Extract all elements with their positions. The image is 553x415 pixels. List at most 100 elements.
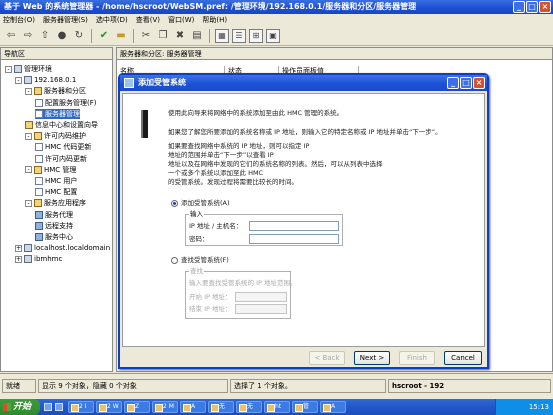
end-ip-input[interactable] (235, 304, 287, 314)
find-system-label[interactable]: 查找受管系统(F) (181, 256, 229, 264)
collapse-icon[interactable]: - (25, 199, 32, 207)
taskbar-item[interactable]: Z (124, 401, 150, 413)
ip-label: IP 地址 / 主机名： (189, 222, 243, 230)
tree-node[interactable]: HMC 用户 (35, 176, 77, 186)
tree-node-label: ibmhmc (34, 255, 63, 264)
dialog-maximize-button[interactable]: □ (460, 77, 472, 89)
tree-node[interactable]: - 192.168.0.1 (15, 75, 76, 85)
status-selection: 选择了 1 个对象。 (230, 379, 386, 393)
close-button[interactable]: × (539, 1, 551, 13)
collapse-icon[interactable]: - (25, 166, 32, 174)
menu-server-management[interactable]: 服务器管理(S) (43, 14, 88, 26)
tree-node[interactable]: 配置服务管理(F) (35, 98, 97, 108)
menu-selected[interactable]: 选中项(D) (96, 14, 128, 26)
menu-window[interactable]: 窗口(W) (168, 14, 194, 26)
start-ip-input[interactable] (235, 292, 287, 302)
collapse-icon[interactable]: - (5, 65, 12, 73)
quick-launch-desktop-icon[interactable] (55, 403, 63, 411)
tree-node[interactable]: 服务中心 (35, 232, 73, 242)
start-button[interactable]: 开始 (0, 399, 40, 415)
checkmark-icon[interactable]: ✔ (97, 29, 111, 43)
taskbar-item[interactable]: 2 W (96, 401, 122, 413)
navigation-header: 导航区 (1, 48, 112, 60)
find-system-radio[interactable] (171, 257, 178, 264)
taskbar-item[interactable]: A (320, 401, 346, 413)
tree-node[interactable]: 服务代理 (35, 210, 73, 220)
tree-node[interactable]: 远程支持 (35, 221, 73, 231)
dialog-close-button[interactable]: × (473, 77, 485, 89)
large-icons-view-icon[interactable]: ▦ (215, 28, 229, 43)
taskbar-item[interactable]: 无 (236, 401, 262, 413)
doc-icon (35, 98, 43, 107)
minimize-button[interactable]: _ (513, 1, 525, 13)
host-icon (14, 65, 22, 73)
finish-button[interactable]: Finish (399, 351, 435, 365)
tree-node[interactable]: - 许可内码维护 (25, 131, 86, 141)
taskbar-item[interactable]: 2 I (68, 401, 94, 413)
tree-node-label: 许可内码更新 (45, 154, 87, 163)
taskbar-item[interactable]: ht (264, 401, 290, 413)
ip-hostname-input[interactable] (249, 221, 339, 231)
tree-node-label: 服务应用程序 (44, 199, 86, 208)
doc-icon (35, 154, 43, 163)
tree-node[interactable]: 服务器管理 (35, 108, 80, 119)
grp-icon (35, 221, 43, 230)
taskbar-item[interactable]: 管 (292, 401, 318, 413)
dialog-body: 使用此向导来将网络中的系统添加至由此 HMC 管理的系统。 如果您了解您所要添加… (122, 93, 485, 347)
expand-icon[interactable]: + (15, 244, 22, 252)
back-arrow-icon[interactable]: ⇦ (4, 29, 18, 43)
tree-node[interactable]: - 服务应用程序 (25, 198, 86, 208)
refresh-icon[interactable]: ↻ (72, 29, 86, 43)
tree-node-label: HMC 管理 (44, 165, 77, 174)
tree-node[interactable]: + ibmhmc (15, 254, 62, 264)
add-system-label[interactable]: 添加受管系统(A) (181, 199, 230, 207)
up-icon[interactable]: ⇧ (38, 29, 52, 43)
dialog-minimize-button[interactable]: _ (447, 77, 459, 89)
tree-node[interactable]: - HMC 管理 (25, 165, 76, 175)
tree-node-label: 管理环境 (24, 65, 52, 73)
tree-node[interactable]: + localhost.localdomain (15, 243, 110, 253)
menu-view[interactable]: 查看(V) (136, 14, 160, 26)
tree-node-label: 信息中心和设置向导 (35, 121, 98, 129)
stop-icon[interactable]: ● (55, 29, 69, 43)
range-hint: 输入要查找受管系统的 IP 地址范围。 (189, 279, 297, 287)
tree-node[interactable]: 许可内码更新 (35, 154, 87, 164)
taskbar-item[interactable]: 2 M (152, 401, 178, 413)
tree-view-icon[interactable]: ⊞ (249, 28, 263, 43)
expand-icon[interactable]: + (15, 255, 22, 263)
properties-icon[interactable]: ▣ (266, 28, 280, 43)
taskbar-item[interactable]: A (180, 401, 206, 413)
password-input[interactable] (249, 234, 339, 244)
quick-launch-ie-icon[interactable] (44, 403, 52, 411)
folder-icon (34, 87, 42, 96)
tree-node[interactable]: HMC 代码更新 (35, 142, 91, 152)
tree-node-label: 配置服务管理(F) (45, 98, 97, 107)
paste-icon[interactable]: ▤ (190, 29, 204, 43)
delete-icon[interactable]: ✖ (173, 29, 187, 43)
maximize-button[interactable]: □ (526, 1, 538, 13)
navigation-pane: 导航区 - 管理环境 -192.168.0.1- 服务器和分区 配置服务管理(F) 服务器… (0, 47, 113, 372)
back-button[interactable]: < Back (309, 351, 345, 365)
tree-node[interactable]: 信息中心和设置向导 (25, 120, 98, 130)
cancel-button[interactable]: Cancel (444, 351, 482, 365)
status-bar: 就绪 显示 9 个对象，隐藏 0 个对象 选择了 1 个对象。 hscroot … (0, 373, 553, 398)
end-ip-label: 结束 IP 地址： (189, 305, 232, 313)
taskbar-item[interactable]: 无 (208, 401, 234, 413)
next-button[interactable]: Next > (354, 351, 390, 365)
collapse-icon[interactable]: - (25, 87, 32, 95)
tree-node[interactable]: - 服务器和分区 (25, 86, 86, 96)
collapse-icon[interactable]: - (25, 132, 32, 140)
folder-icon[interactable]: ▬ (114, 29, 128, 43)
details-view-icon[interactable]: ☰ (232, 28, 246, 43)
forward-arrow-icon[interactable]: ⇨ (21, 29, 35, 43)
collapse-icon[interactable]: - (15, 76, 22, 84)
copy-icon[interactable]: ❐ (156, 29, 170, 43)
add-system-radio[interactable] (171, 200, 178, 207)
menu-help[interactable]: 帮助(H) (202, 14, 227, 26)
cut-icon[interactable]: ✂ (139, 29, 153, 43)
tree-node[interactable]: HMC 配置 (35, 187, 77, 197)
tree-node-label: 许可内码维护 (44, 132, 86, 141)
menu-console[interactable]: 控制台(O) (3, 14, 35, 26)
tree-node[interactable]: - 管理环境 (5, 64, 52, 74)
toolbar-divider (133, 28, 134, 43)
